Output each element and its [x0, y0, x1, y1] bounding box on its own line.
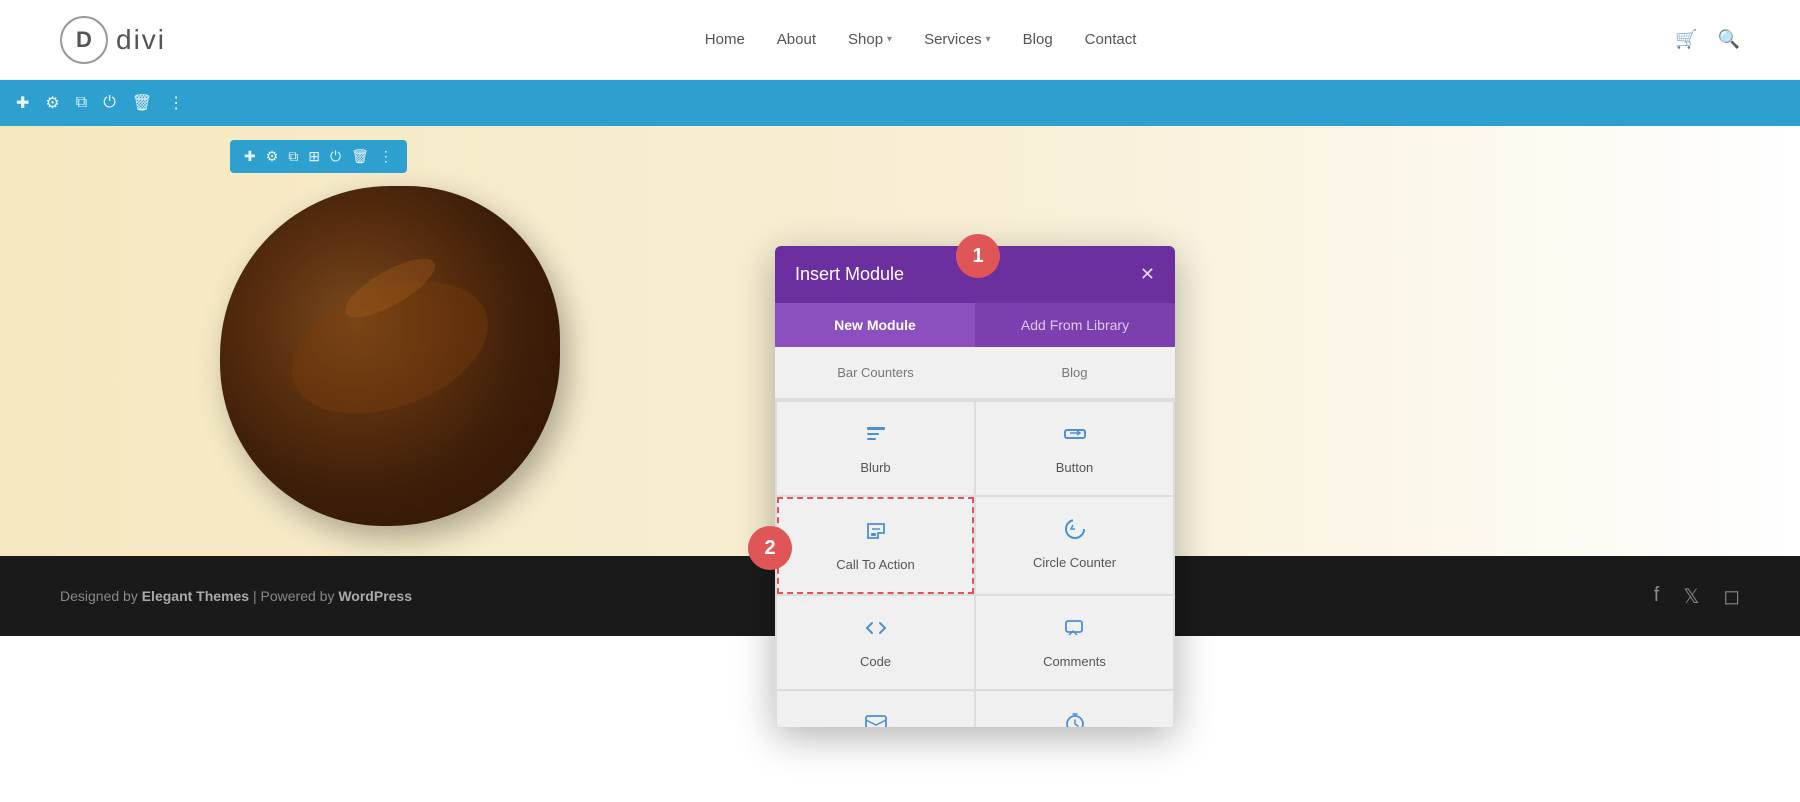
search-icon[interactable]: 🔍 — [1718, 29, 1740, 50]
modal-body: Bar Counters Blog — [775, 347, 1175, 727]
row-columns-icon[interactable]: ⧉ — [288, 148, 298, 165]
nav-icons: 🛒 🔍 — [1675, 29, 1740, 50]
row-more-icon[interactable]: ⋮ — [379, 148, 393, 165]
step-badge-2: 2 — [748, 526, 792, 570]
elegant-themes-link[interactable]: Elegant Themes — [142, 588, 249, 604]
shop-chevron-icon: ▾ — [887, 34, 892, 45]
row-settings-icon[interactable]: ⚙ — [266, 148, 279, 165]
button-icon — [1063, 422, 1087, 452]
blurb-icon — [864, 422, 888, 452]
module-button[interactable]: Button — [976, 402, 1173, 495]
toolbar-settings-icon[interactable]: ⚙ — [45, 93, 59, 113]
modal-title: Insert Module — [795, 264, 904, 285]
cta-label: Call To Action — [836, 557, 915, 572]
cta-icon — [864, 519, 888, 549]
twitter-icon[interactable]: 𝕏 — [1683, 584, 1699, 609]
logo-area[interactable]: D divi — [60, 16, 166, 64]
module-countdown-timer[interactable]: Countdown Timer — [976, 691, 1173, 727]
row-delete-icon[interactable]: 🗑 — [351, 148, 369, 165]
main-content: ✚ ⚙ ⧉ ⊞ ⏻ 🗑 ⋮ + 1 2 Insert Module ✕ — [0, 126, 1800, 556]
bread-image — [220, 186, 560, 526]
code-icon — [864, 616, 888, 646]
editor-toolbar-top: ✚ ⚙ ⧉ ⏻ 🗑 ⋮ — [0, 80, 1800, 126]
footer-text: Designed by Elegant Themes | Powered by … — [60, 588, 412, 604]
circle-counter-label: Circle Counter — [1033, 555, 1116, 570]
module-partial-row: Bar Counters Blog — [775, 347, 1175, 400]
row-add-icon[interactable]: ✚ — [244, 148, 256, 165]
nav-home[interactable]: Home — [705, 31, 745, 48]
wordpress-link[interactable]: WordPress — [338, 588, 412, 604]
module-blurb[interactable]: Blurb — [777, 402, 974, 495]
modal-tabs: New Module Add From Library — [775, 303, 1175, 347]
module-contact-form[interactable]: Contact Form — [777, 691, 974, 727]
module-code[interactable]: Code — [777, 596, 974, 689]
toolbar-clone-icon[interactable]: ⧉ — [76, 94, 87, 112]
toolbar-power-icon[interactable]: ⏻ — [103, 94, 116, 112]
toolbar-more-icon[interactable]: ⋮ — [168, 93, 184, 113]
contact-form-icon — [864, 711, 888, 727]
tab-new-module[interactable]: New Module — [775, 303, 975, 347]
toolbar-add-icon[interactable]: ✚ — [16, 93, 29, 113]
nav-blog[interactable]: Blog — [1023, 31, 1053, 48]
module-bar-counters[interactable]: Bar Counters — [777, 349, 974, 396]
modal-close-button[interactable]: ✕ — [1140, 264, 1155, 285]
row-power-icon[interactable]: ⏻ — [330, 148, 341, 165]
main-nav: Home About Shop ▾ Services ▾ Blog Contac… — [705, 31, 1137, 48]
comments-icon — [1063, 616, 1087, 646]
tab-add-from-library[interactable]: Add From Library — [975, 303, 1175, 347]
blurb-label: Blurb — [860, 460, 890, 475]
step-badge-1: 1 — [956, 234, 1000, 278]
toolbar-delete-icon[interactable]: 🗑 — [132, 93, 152, 113]
logo-text: divi — [116, 24, 166, 56]
module-comments[interactable]: Comments — [976, 596, 1173, 689]
row-grid-icon[interactable]: ⊞ — [308, 148, 320, 165]
module-grid: Blurb Button — [775, 400, 1175, 727]
site-header: D divi Home About Shop ▾ Services ▾ Blog… — [0, 0, 1800, 80]
footer-social-icons: f 𝕏 ◻ — [1654, 584, 1740, 609]
nav-contact[interactable]: Contact — [1085, 31, 1137, 48]
button-label: Button — [1056, 460, 1094, 475]
nav-services[interactable]: Services ▾ — [924, 31, 991, 48]
services-chevron-icon: ▾ — [986, 34, 991, 45]
countdown-timer-icon — [1063, 711, 1087, 727]
module-blog[interactable]: Blog — [976, 349, 1173, 396]
module-circle-counter[interactable]: Circle Counter — [976, 497, 1173, 594]
comments-label: Comments — [1043, 654, 1106, 669]
instagram-icon[interactable]: ◻ — [1723, 584, 1740, 609]
logo-icon: D — [60, 16, 108, 64]
insert-module-modal: Insert Module ✕ New Module Add From Libr… — [775, 246, 1175, 727]
row-toolbar: ✚ ⚙ ⧉ ⊞ ⏻ 🗑 ⋮ — [230, 140, 407, 173]
cart-icon[interactable]: 🛒 — [1675, 29, 1697, 50]
facebook-icon[interactable]: f — [1654, 584, 1660, 609]
nav-about[interactable]: About — [777, 31, 816, 48]
circle-counter-icon — [1063, 517, 1087, 547]
code-label: Code — [860, 654, 891, 669]
module-call-to-action[interactable]: Call To Action — [777, 497, 974, 594]
nav-shop[interactable]: Shop ▾ — [848, 31, 892, 48]
